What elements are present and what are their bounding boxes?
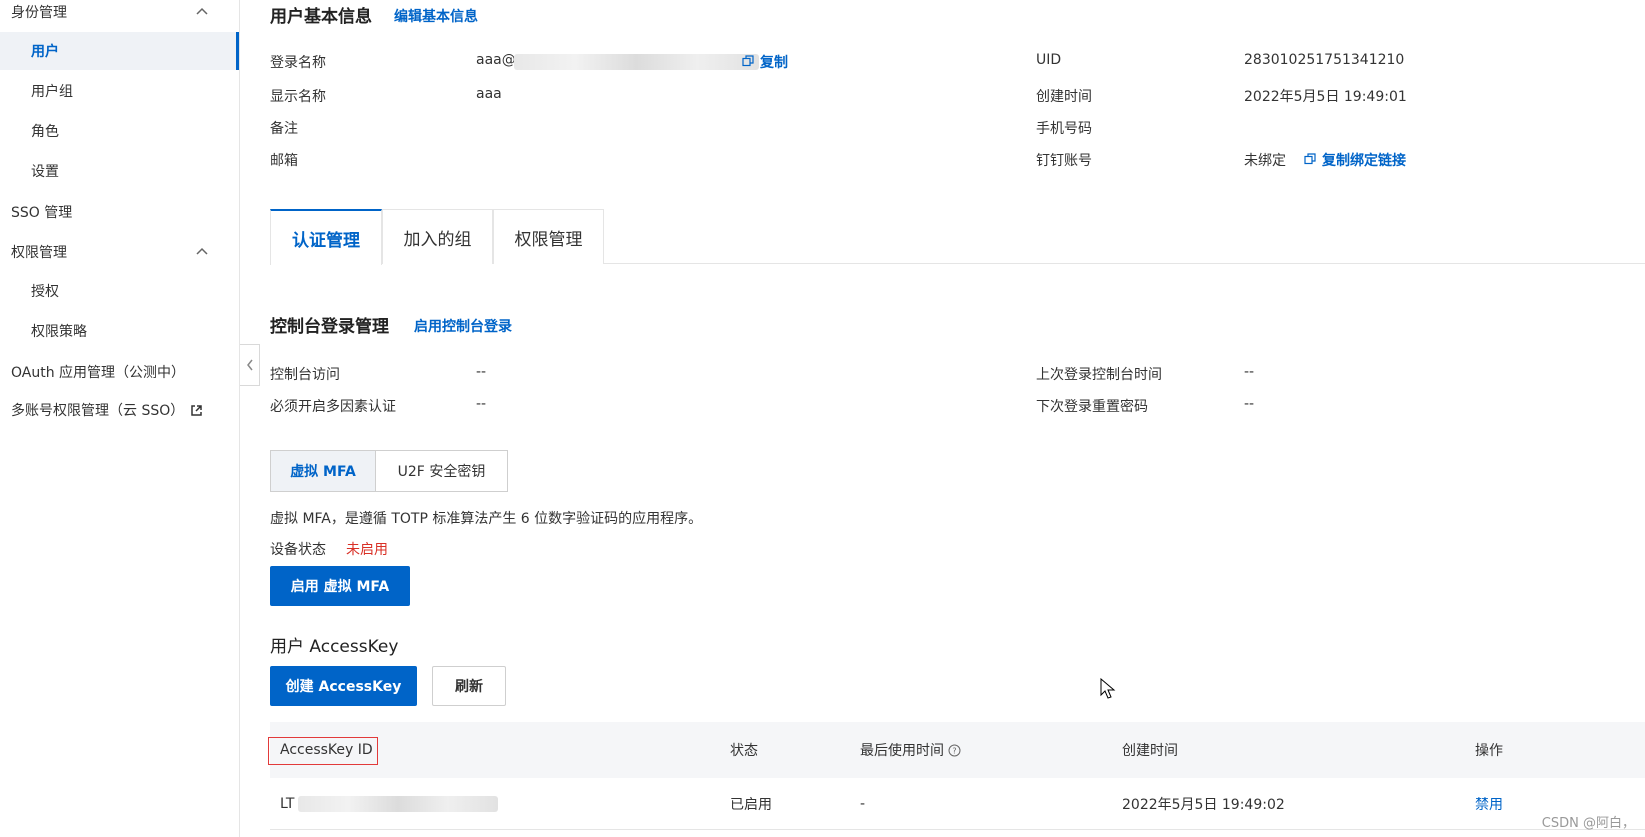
- console-access-label: 控制台访问: [270, 367, 340, 383]
- svg-text:?: ?: [952, 746, 956, 755]
- sidebar: 身份管理 用户 用户组 角色 设置 SSO 管理 权限管理 授权 权限策略 OA…: [0, 0, 240, 837]
- last-login-label: 上次登录控制台时间: [1036, 367, 1162, 383]
- enable-console-login-link[interactable]: 启用控制台登录: [414, 316, 512, 336]
- reset-password-label: 下次登录重置密码: [1036, 399, 1148, 415]
- accesskey-status-value: 已启用: [730, 797, 772, 813]
- sidebar-item-grant[interactable]: 授权: [0, 272, 239, 310]
- device-status-label: 设备状态: [270, 542, 326, 558]
- uid-label: UID: [1036, 52, 1062, 68]
- created-time-value: 2022年5月5日 19:49:01: [1244, 89, 1407, 105]
- sidebar-group-identity[interactable]: 身份管理: [0, 0, 239, 30]
- chevron-up-icon: [196, 7, 208, 15]
- login-name-label: 登录名称: [270, 55, 326, 71]
- created-time-label: 创建时间: [1036, 89, 1092, 105]
- reset-password-value: --: [1244, 396, 1255, 412]
- sidebar-item-label: OAuth 应用管理（公测中）: [11, 365, 186, 381]
- sidebar-item-label: 权限策略: [31, 324, 87, 340]
- copy-icon[interactable]: [742, 55, 754, 67]
- highlight-box: [268, 737, 378, 765]
- column-header-label: 最后使用时间: [860, 743, 944, 759]
- sidebar-item-label: 设置: [31, 164, 59, 180]
- accesskey-title: 用户 AccessKey: [270, 637, 399, 657]
- accesskey-last-used-value: -: [860, 796, 866, 812]
- display-name-value: aaa: [476, 86, 502, 102]
- column-header-created: 创建时间: [1122, 743, 1178, 759]
- edit-basic-info-link[interactable]: 编辑基本信息: [394, 6, 478, 26]
- sidebar-item-sso[interactable]: SSO 管理: [0, 194, 239, 230]
- sidebar-item-label: 角色: [31, 124, 59, 140]
- watermark: CSDN @阿白，: [1541, 816, 1635, 831]
- help-icon[interactable]: ?: [948, 744, 961, 757]
- tab-groups[interactable]: 加入的组: [382, 209, 493, 264]
- copy-login-name-link[interactable]: 复制: [760, 52, 788, 72]
- sidebar-item-label: 授权: [31, 284, 59, 300]
- tab-permissions[interactable]: 权限管理: [493, 209, 604, 264]
- mfa-required-value: --: [476, 396, 487, 412]
- login-name-value: aaa@: [476, 52, 516, 68]
- app-root: 身份管理 用户 用户组 角色 设置 SSO 管理 权限管理 授权 权限策略 OA…: [0, 0, 1645, 837]
- phone-label: 手机号码: [1036, 121, 1092, 137]
- chevron-up-icon: [196, 247, 208, 255]
- copy-bind-link[interactable]: 复制绑定链接: [1322, 150, 1406, 170]
- console-title: 控制台登录管理: [270, 317, 389, 337]
- mouse-cursor-icon: [1100, 678, 1116, 699]
- mfa-required-label: 必须开启多因素认证: [270, 399, 396, 415]
- tab-bar: 认证管理 加入的组 权限管理: [270, 209, 1645, 265]
- chevron-left-icon: [246, 359, 253, 371]
- disable-accesskey-link[interactable]: 禁用: [1475, 778, 1503, 830]
- uid-value: 283010251751341210: [1244, 52, 1405, 68]
- sidebar-item-roles[interactable]: 角色: [0, 112, 239, 150]
- column-header-action: 操作: [1475, 743, 1503, 759]
- sidebar-collapse-button[interactable]: [240, 344, 260, 386]
- external-link-icon: [191, 404, 202, 416]
- sidebar-group-label: 身份管理: [11, 5, 67, 21]
- sidebar-item-policies[interactable]: 权限策略: [0, 312, 239, 350]
- sidebar-item-label: 多账号权限管理（云 SSO）: [11, 403, 185, 419]
- login-name-redacted: [514, 54, 759, 70]
- display-name-label: 显示名称: [270, 89, 326, 105]
- mfa-description: 虚拟 MFA，是遵循 TOTP 标准算法产生 6 位数字验证码的应用程序。: [270, 511, 703, 527]
- accesskey-table-header: AccessKey ID 状态 最后使用时间 ? 创建时间 操作: [268, 722, 1645, 778]
- basic-info-title: 用户基本信息: [270, 7, 372, 27]
- dingtalk-label: 钉钉账号: [1036, 153, 1092, 169]
- sidebar-item-oauth[interactable]: OAuth 应用管理（公测中）: [0, 354, 239, 390]
- console-access-value: --: [476, 364, 487, 380]
- sidebar-item-settings[interactable]: 设置: [0, 152, 239, 190]
- enable-virtual-mfa-button[interactable]: 启用 虚拟 MFA: [270, 566, 410, 606]
- sidebar-item-user-groups[interactable]: 用户组: [0, 72, 239, 110]
- column-header-status: 状态: [730, 743, 758, 759]
- email-label: 邮箱: [270, 153, 298, 169]
- main-content: 用户基本信息 编辑基本信息 登录名称 aaa@ 复制 显示名称 aaa 备注 邮…: [268, 0, 1645, 837]
- sidebar-item-multi-account[interactable]: 多账号权限管理（云 SSO）: [0, 392, 239, 428]
- accesskey-id-redacted: [298, 796, 498, 812]
- segment-virtual-mfa[interactable]: 虚拟 MFA: [270, 450, 376, 492]
- copy-icon[interactable]: [1304, 153, 1316, 165]
- accesskey-created-value: 2022年5月5日 19:49:02: [1122, 797, 1285, 813]
- device-status-value: 未启用: [346, 542, 388, 558]
- sidebar-item-users[interactable]: 用户: [0, 32, 239, 70]
- table-row: LT 已启用 - 2022年5月5日 19:49:02 禁用: [270, 778, 1645, 830]
- dingtalk-value: 未绑定: [1244, 153, 1286, 169]
- refresh-button[interactable]: 刷新: [432, 666, 506, 706]
- sidebar-item-label: 用户组: [31, 84, 73, 100]
- sidebar-group-label: 权限管理: [11, 245, 67, 261]
- sidebar-item-label: 用户: [31, 44, 59, 60]
- segment-u2f-key[interactable]: U2F 安全密钥: [375, 450, 508, 492]
- accesskey-id-value: LT: [280, 796, 295, 812]
- column-header-last-used: 最后使用时间 ?: [860, 722, 961, 778]
- sidebar-item-label: SSO 管理: [11, 205, 73, 221]
- remark-label: 备注: [270, 121, 298, 137]
- create-accesskey-button[interactable]: 创建 AccessKey: [270, 666, 417, 706]
- tab-auth[interactable]: 认证管理: [270, 209, 382, 265]
- last-login-value: --: [1244, 364, 1255, 380]
- sidebar-group-permission[interactable]: 权限管理: [0, 234, 239, 270]
